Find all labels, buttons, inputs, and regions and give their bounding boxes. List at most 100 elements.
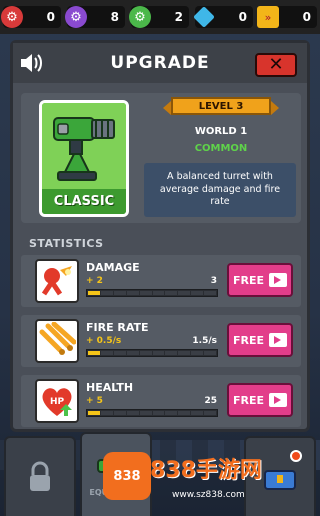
progress-segment xyxy=(126,351,139,355)
sound-toggle-button[interactable] xyxy=(17,49,45,77)
yellow-ticket-icon: » xyxy=(257,6,279,28)
progress-segment xyxy=(152,411,165,415)
stat-increment: + 2 xyxy=(86,276,103,286)
progress-segment xyxy=(178,411,191,415)
gatling-turret-icon xyxy=(53,117,115,181)
speaker-icon xyxy=(21,54,42,72)
progress-segment xyxy=(178,351,191,355)
progress-segment xyxy=(165,411,178,415)
progress-segment xyxy=(204,351,217,355)
currency-value: 0 xyxy=(46,10,55,24)
progress-segment xyxy=(178,291,191,295)
progress-segment xyxy=(126,291,139,295)
progress-segment xyxy=(88,351,100,355)
currency-bar: ⚙ 0 ⚙ 8 ⚙ 2 0 » 0 xyxy=(0,0,320,34)
progress-segment xyxy=(88,291,100,295)
fire-rate-icon xyxy=(35,319,79,363)
stat-name: HEALTH xyxy=(86,381,134,394)
free-upgrade-button-damage[interactable]: FREE xyxy=(227,263,293,297)
turret-image xyxy=(42,103,126,189)
stat-progress-bar xyxy=(86,349,218,357)
chest-icon xyxy=(264,470,296,490)
progress-segment xyxy=(139,291,152,295)
progress-segment xyxy=(191,291,204,295)
lock-icon xyxy=(30,461,50,491)
progress-segment xyxy=(126,411,139,415)
red-gear-icon: ⚙ xyxy=(1,6,23,28)
turret-card: CLASSIC xyxy=(39,100,129,217)
progress-segment xyxy=(139,411,152,415)
turret-name: CLASSIC xyxy=(42,189,126,214)
currency-gems: 0 xyxy=(193,6,253,28)
currency-red-gears: ⚙ 0 xyxy=(1,6,61,28)
upgrade-panel: UPGRADE ✕ CLASSIC LEVEL 3 WORLD 1 COMMON… xyxy=(10,40,310,432)
stat-current-value: 25 xyxy=(204,396,217,406)
watermark-logo: 838 xyxy=(103,452,151,500)
currency-value: 2 xyxy=(174,10,183,24)
progress-segment xyxy=(113,411,126,415)
statistics-title: STATISTICS xyxy=(29,237,104,250)
progress-segment xyxy=(204,411,217,415)
close-icon: ✕ xyxy=(268,54,284,75)
progress-segment xyxy=(88,411,100,415)
health-icon: HP xyxy=(35,379,79,423)
tab-locked[interactable] xyxy=(4,436,76,516)
free-label: FREE xyxy=(232,393,264,407)
currency-tickets: » 0 xyxy=(257,6,317,28)
world-label: WORLD 1 xyxy=(194,126,248,137)
purple-gear-icon: ⚙ xyxy=(65,6,87,28)
level-ribbon: LEVEL 3 xyxy=(163,97,279,115)
rarity-label: COMMON xyxy=(194,143,248,154)
green-gear-icon: ⚙ xyxy=(129,6,151,28)
panel-header: UPGRADE ✕ xyxy=(13,43,307,83)
progress-segment xyxy=(100,291,113,295)
progress-segment xyxy=(139,351,152,355)
currency-value: 8 xyxy=(110,10,119,24)
free-upgrade-button-health[interactable]: FREE xyxy=(227,383,293,417)
stat-progress-bar xyxy=(86,409,218,417)
progress-segment xyxy=(100,351,113,355)
progress-segment xyxy=(152,291,165,295)
watermark-logo-text: 838 xyxy=(113,468,141,484)
progress-segment xyxy=(100,411,113,415)
free-label: FREE xyxy=(232,333,264,347)
currency-value: 0 xyxy=(238,10,247,24)
stat-current-value: 3 xyxy=(210,276,217,286)
free-upgrade-button-fire-rate[interactable]: FREE xyxy=(227,323,293,357)
stat-row-damage: DAMAGE + 2 3 FREE xyxy=(21,255,301,307)
watermark-url: www.sz838.com xyxy=(172,490,245,500)
stat-row-health: HP HEALTH + 5 25 FREE xyxy=(21,375,301,427)
progress-segment xyxy=(113,291,126,295)
progress-segment xyxy=(204,291,217,295)
free-label: FREE xyxy=(232,273,264,287)
stat-name: DAMAGE xyxy=(86,261,140,274)
watermark-brand: 838手游网 xyxy=(150,458,262,483)
stat-name: FIRE RATE xyxy=(86,321,149,334)
currency-value: 0 xyxy=(302,10,311,24)
currency-green-gears: ⚙ 2 xyxy=(129,6,189,28)
progress-segment xyxy=(191,351,204,355)
progress-segment xyxy=(165,351,178,355)
damage-icon xyxy=(35,259,79,303)
svg-text:HP: HP xyxy=(50,397,65,407)
turret-info-area: CLASSIC LEVEL 3 WORLD 1 COMMON A balance… xyxy=(21,93,301,223)
video-ad-icon xyxy=(269,333,287,347)
stat-progress-bar xyxy=(86,289,218,297)
progress-segment xyxy=(113,351,126,355)
progress-segment xyxy=(191,411,204,415)
blue-gem-icon xyxy=(193,6,215,28)
progress-segment xyxy=(165,291,178,295)
stat-row-fire-rate: FIRE RATE + 0.5/s 1.5/s FREE xyxy=(21,315,301,367)
currency-purple-gears: ⚙ 8 xyxy=(65,6,125,28)
bottom-nav: EQUIPMENT 838 838手游网 www.sz838.com xyxy=(0,432,320,516)
level-label: LEVEL 3 xyxy=(198,100,244,112)
panel-title: UPGRADE xyxy=(110,53,210,73)
stat-increment: + 0.5/s xyxy=(86,336,122,346)
turret-description: A balanced turret with average damage an… xyxy=(144,163,296,217)
notification-dot xyxy=(290,450,302,462)
stat-current-value: 1.5/s xyxy=(192,336,217,346)
stat-increment: + 5 xyxy=(86,396,103,406)
video-ad-icon xyxy=(269,393,287,407)
close-button[interactable]: ✕ xyxy=(255,53,297,77)
progress-segment xyxy=(152,351,165,355)
